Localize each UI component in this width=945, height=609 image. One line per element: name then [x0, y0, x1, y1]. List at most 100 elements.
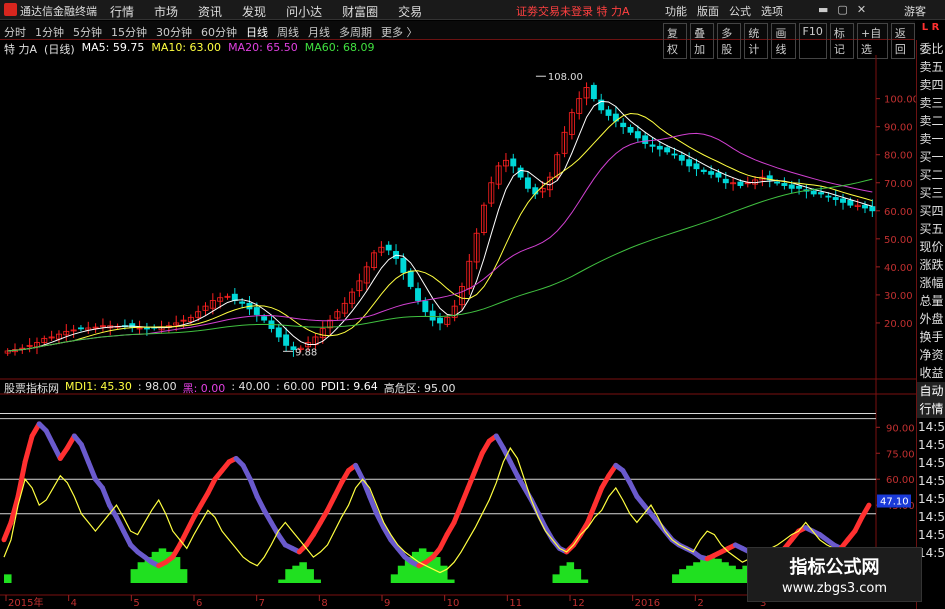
candle-body [737, 181, 744, 186]
green-area-bar [137, 562, 146, 583]
lr-tab[interactable]: L R [916, 22, 945, 39]
green-area-bar [130, 569, 139, 583]
guest-label[interactable]: 游客 [904, 3, 926, 19]
tick-time: 14:5 [918, 438, 945, 452]
stock-name: 特 力A [4, 43, 38, 56]
green-area-bar [179, 569, 188, 583]
quote-side-panel: 委比 卖五 卖四 卖三 卖二 卖一 买一 买二 买三 买四 买五 现价 涨跌 涨… [916, 40, 945, 609]
candle-body [715, 172, 722, 178]
stock-chart[interactable]: 100.00 90.00 80.00 70.00 60.00 50.00 40.00 30.0… [0, 55, 916, 609]
menu-market[interactable]: 行情 [110, 3, 134, 20]
green-area-bar [721, 562, 729, 583]
y-tick-label: 20.00 [884, 319, 913, 330]
close-icon[interactable]: ✕ [857, 3, 866, 16]
candle-body [239, 301, 246, 304]
chart-period: (日线) [44, 43, 75, 56]
menu-assistant[interactable]: 问小达 [286, 3, 322, 20]
menu-layout[interactable]: 版面 [697, 3, 719, 19]
candle-body [818, 192, 825, 195]
side-label: 卖三 [919, 96, 944, 110]
mdi-segment [360, 476, 373, 499]
x-tick-label: 5 [133, 598, 139, 609]
side-label: 卖一 [919, 132, 944, 146]
period-tab[interactable]: 分时 [4, 24, 26, 40]
menu-wealth[interactable]: 财富圈 [342, 3, 378, 20]
candle-body [649, 144, 656, 147]
period-tab[interactable]: 60分钟 [201, 24, 237, 40]
green-area-bar [686, 565, 694, 583]
period-tab-more[interactable]: 更多 〉 [381, 24, 418, 40]
green-area-bar [292, 565, 300, 583]
period-tab[interactable]: 15分钟 [111, 24, 147, 40]
menu-function[interactable]: 功能 [665, 3, 687, 19]
candle-body [261, 316, 268, 321]
period-tab[interactable]: 5分钟 [73, 24, 102, 40]
title-bar: 通达信金融终端 行情 市场 资讯 发现 问小达 财富圈 交易 证劵交易未登录 特… [0, 0, 945, 20]
candle-body [400, 258, 407, 273]
mdi-segment [78, 442, 91, 465]
green-area-bar [172, 557, 181, 583]
menu-options[interactable]: 选项 [761, 3, 783, 19]
x-tick-label: 2 [697, 598, 703, 609]
ma60-value: MA60: 68.09 [304, 41, 375, 54]
minimize-icon[interactable]: ▬ [818, 3, 828, 16]
green-area-bar [728, 565, 736, 583]
ind-y-tick-label: 90.00 [886, 423, 915, 434]
period-tab[interactable]: 月线 [308, 24, 330, 40]
side-label: 涨跌 [919, 258, 944, 272]
green-area-bar [4, 574, 12, 583]
candle-body [517, 167, 524, 178]
side-label: 收益 [919, 366, 944, 380]
green-area-bar [693, 562, 701, 583]
side-label: 买一 [919, 150, 944, 164]
menu-news[interactable]: 资讯 [198, 3, 222, 20]
period-tab[interactable]: 周线 [277, 24, 299, 40]
menu-exchange[interactable]: 市场 [154, 3, 178, 20]
maximize-icon[interactable]: ▢ [837, 3, 847, 16]
side-label: 买三 [919, 186, 944, 200]
side-label: 卖五 [919, 60, 944, 74]
y-tick-label: 30.00 [884, 291, 913, 302]
x-tick-label: 9 [384, 598, 390, 609]
candle-body [656, 145, 663, 150]
menu-formula[interactable]: 公式 [729, 3, 751, 19]
side-tab-auto[interactable]: 自动 [917, 382, 945, 400]
period-tab[interactable]: 30分钟 [156, 24, 192, 40]
green-area-bar [566, 562, 575, 583]
period-tab-daily[interactable]: 日线 [246, 24, 268, 40]
mdi-segment [465, 468, 478, 491]
ind-y-tick-label: 75.00 [886, 449, 915, 460]
candle-body [429, 310, 436, 321]
side-label: 卖四 [919, 78, 944, 92]
candle-body [869, 206, 876, 212]
menu-discover[interactable]: 发现 [242, 3, 266, 20]
candle-body [832, 197, 839, 200]
ind-y-tick-label: 60.00 [886, 475, 915, 486]
back-button[interactable]: 返回 [890, 23, 915, 59]
tick-time: 14:5 [918, 510, 945, 524]
side-label: 卖二 [919, 114, 944, 128]
green-area-bar [580, 579, 589, 583]
candle-body [407, 270, 414, 287]
tick-time: 14:5 [918, 420, 945, 434]
period-tab[interactable]: 1分钟 [35, 24, 64, 40]
candle-body [77, 327, 84, 330]
green-area-bar [559, 565, 568, 583]
right-menu: 功能 版面 公式 选项 [665, 3, 783, 19]
side-label: 买五 [919, 222, 944, 236]
side-tab-quote[interactable]: 行情 [917, 400, 945, 418]
mdi-segment [99, 485, 112, 508]
x-tick-label: 11 [509, 598, 522, 609]
y-tick-label: 50.00 [884, 235, 913, 246]
candle-body [664, 147, 671, 153]
mdi-segment [458, 485, 471, 508]
mdi-segment [859, 502, 872, 520]
app-logo-icon [4, 3, 17, 16]
mdi-segment [22, 433, 35, 465]
candle-body [642, 135, 649, 144]
menu-trade[interactable]: 交易 [398, 3, 422, 20]
period-tab[interactable]: 多周期 [339, 24, 372, 40]
main-chart-info: 特 力A (日线) MA5: 59.75 MA10: 63.00 MA20: 6… [0, 41, 880, 56]
green-area-bar [447, 579, 455, 583]
green-area-bar [440, 565, 448, 583]
